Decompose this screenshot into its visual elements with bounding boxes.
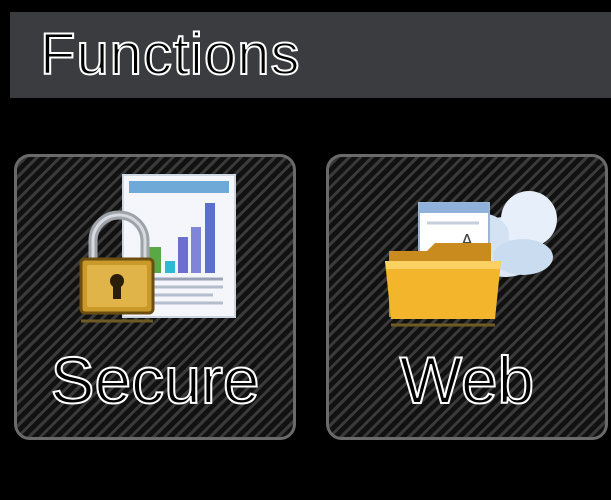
page-title: Functions [39,22,301,87]
web-label: Web [399,343,536,417]
secure-label: Secure [49,343,260,417]
screen: Functions Secure A Web [0,0,611,500]
header-bar: Functions [10,12,611,98]
web-tile-button[interactable]: A Web [326,154,608,440]
secure-tile-button[interactable]: Secure [14,154,296,440]
